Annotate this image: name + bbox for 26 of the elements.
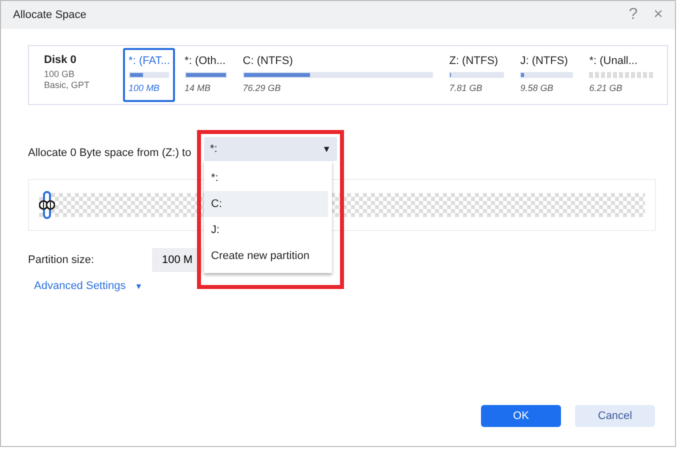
disk-name: Disk 0 [44, 54, 78, 66]
partition-size-label: Partition size: [28, 254, 96, 266]
allocate-label: Allocate 0 Byte space from (Z:) to [28, 147, 192, 159]
dropdown-value: *: [210, 143, 218, 155]
unallocated-bar [589, 72, 654, 78]
partition-item[interactable]: J: (NTFS) 9.58 GB [514, 48, 580, 102]
window-title: Allocate Space [13, 9, 88, 21]
caret-icon: ▼ [134, 282, 143, 290]
disk-type: Basic, GPT [44, 80, 91, 90]
dropdown-option[interactable]: J: [204, 217, 328, 243]
partition-size-field[interactable]: 100 M [152, 248, 202, 272]
partition-item[interactable]: Z: (NTFS) 7.81 GB [443, 48, 510, 102]
slider-handle[interactable] [39, 191, 55, 219]
partition-item[interactable]: *: (Unall... 6.21 GB [583, 48, 660, 102]
partition-item[interactable]: *: (FAT... 100 MB [122, 48, 175, 102]
caret-icon: ▼ [322, 144, 331, 154]
dropdown-option[interactable]: *: [204, 165, 328, 191]
partition-item[interactable]: *: (Oth... 14 MB [178, 48, 233, 102]
advanced-settings-link[interactable]: Advanced Settings [34, 280, 126, 292]
drive-dropdown[interactable]: *: ▼ [204, 137, 337, 161]
dropdown-option[interactable]: C: [204, 191, 328, 217]
partition-item[interactable]: C: (NTFS) 76.29 GB [236, 48, 440, 102]
cancel-button[interactable]: Cancel [575, 405, 655, 427]
disk-size: 100 GB [44, 69, 76, 79]
ok-button[interactable]: OK [481, 405, 561, 427]
dropdown-option[interactable]: Create new partition [204, 243, 328, 269]
